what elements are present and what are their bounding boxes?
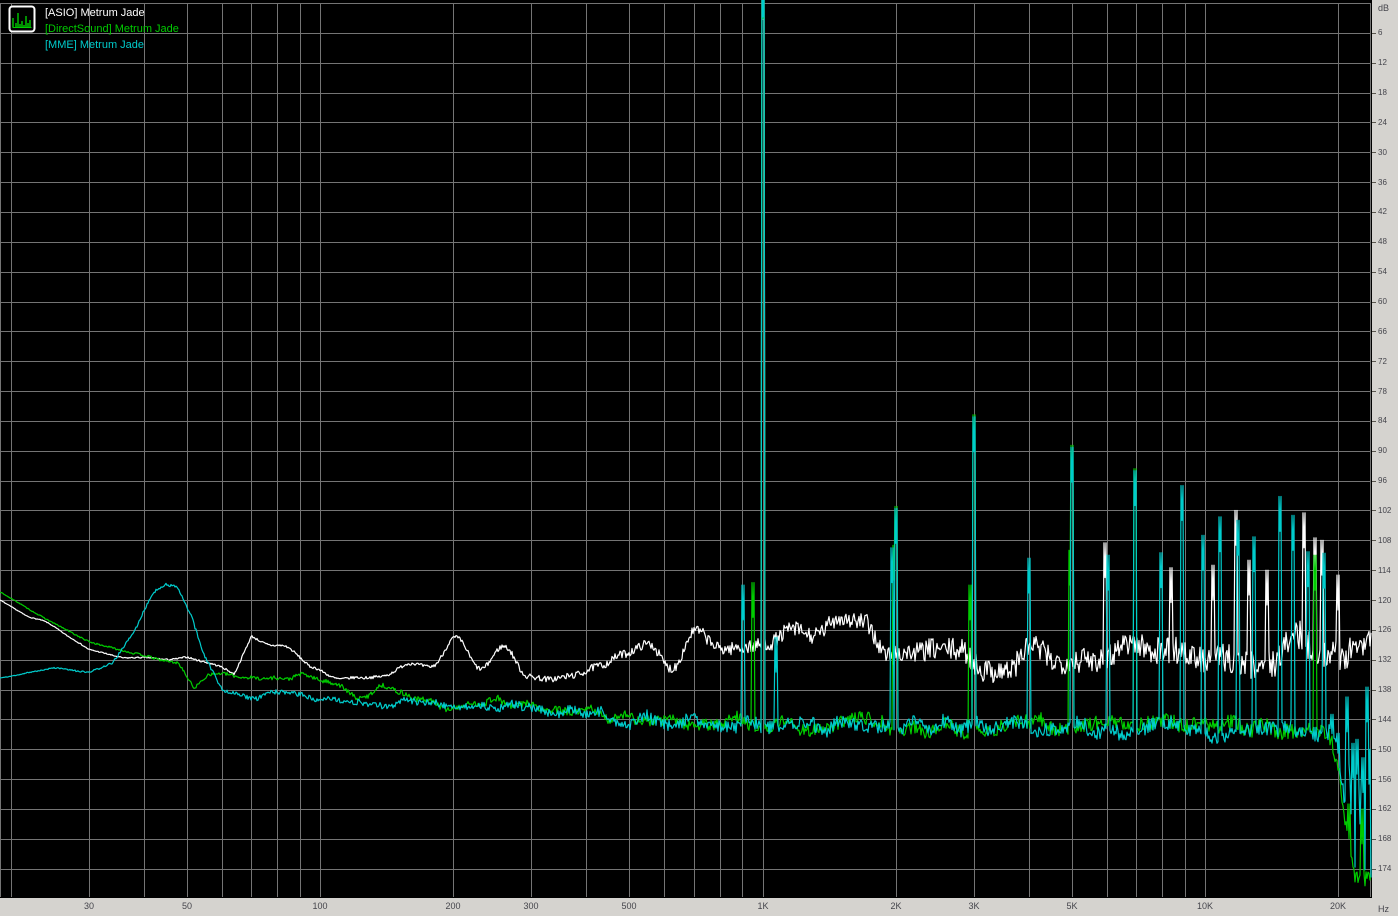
y-tick-label: 174 [1378, 865, 1391, 873]
y-tick [1372, 33, 1376, 34]
trace-directsoundmetrumjade [0, 0, 1371, 886]
x-tick-label: 3K [952, 902, 996, 911]
y-tick-label: 108 [1378, 537, 1391, 545]
y-tick-label: 156 [1378, 776, 1391, 784]
x-axis-unit-label: Hz [1378, 904, 1389, 914]
y-tick-label: 54 [1378, 268, 1387, 276]
y-tick-label: 90 [1378, 447, 1387, 455]
y-tick-label: 138 [1378, 686, 1391, 694]
y-tick [1372, 630, 1376, 631]
y-tick [1372, 481, 1376, 482]
legend-item-mme: [MME] Metrum Jade [45, 37, 179, 53]
y-tick [1372, 361, 1376, 362]
x-axis-strip: 30 50 100 200 300 500 1K 2K 3K 5K 10K 20K [0, 898, 1372, 916]
y-axis-strip: dB Hz 6 12 18 24 30 36 42 48 54 60 66 72 78 84 90 96 102… [1372, 0, 1398, 916]
legend: [ASIO] Metrum Jade [DirectSound] Metrum … [8, 5, 179, 53]
y-tick [1372, 719, 1376, 720]
trace-asiometrumjade [0, 0, 1371, 682]
x-tick-label: 30 [67, 902, 111, 911]
y-axis-unit-label: dB [1378, 3, 1389, 13]
y-tick-label: 66 [1378, 328, 1387, 336]
x-tick-label: 2K [874, 902, 918, 911]
y-tick [1372, 869, 1376, 870]
y-tick-label: 12 [1378, 59, 1387, 67]
y-tick-label: 42 [1378, 208, 1387, 216]
y-tick-label: 30 [1378, 149, 1387, 157]
y-tick [1372, 779, 1376, 780]
y-tick [1372, 93, 1376, 94]
x-tick-label: 1K [741, 902, 785, 911]
x-tick-label: 300 [509, 902, 553, 911]
x-tick-label: 50 [165, 902, 209, 911]
y-tick [1372, 749, 1376, 750]
grid [0, 3, 1371, 897]
trace-mmemetrumjade [0, 0, 1371, 878]
y-tick-label: 126 [1378, 626, 1391, 634]
y-tick [1372, 331, 1376, 332]
legend-item-directsound: [DirectSound] Metrum Jade [45, 21, 179, 37]
y-tick-label: 102 [1378, 507, 1391, 515]
mini-spectrum-icon [8, 5, 36, 33]
y-tick [1372, 839, 1376, 840]
y-tick [1372, 391, 1376, 392]
y-tick [1372, 600, 1376, 601]
y-tick [1372, 272, 1376, 273]
x-tick-label: 10K [1183, 902, 1227, 911]
x-tick-label: 20K [1316, 902, 1360, 911]
y-tick [1372, 182, 1376, 183]
spectrum-plot [0, 0, 1372, 916]
x-tick-label: 200 [431, 902, 475, 911]
y-tick-label: 18 [1378, 89, 1387, 97]
y-tick [1372, 809, 1376, 810]
y-tick-label: 78 [1378, 388, 1387, 396]
y-tick [1372, 570, 1376, 571]
y-tick [1372, 451, 1376, 452]
y-tick-label: 144 [1378, 716, 1391, 724]
y-tick [1372, 540, 1376, 541]
y-tick [1372, 122, 1376, 123]
x-tick-label: 500 [607, 902, 651, 911]
y-tick [1372, 510, 1376, 511]
y-tick-label: 36 [1378, 179, 1387, 187]
x-tick-label: 100 [298, 902, 342, 911]
y-tick-label: 84 [1378, 417, 1387, 425]
y-tick [1372, 242, 1376, 243]
y-tick-label: 120 [1378, 597, 1391, 605]
y-tick [1372, 421, 1376, 422]
y-tick [1372, 212, 1376, 213]
x-tick-label: 5K [1050, 902, 1094, 911]
y-tick-label: 114 [1378, 567, 1391, 575]
y-tick [1372, 302, 1376, 303]
y-tick [1372, 63, 1376, 64]
y-tick-label: 24 [1378, 119, 1387, 127]
y-tick-label: 162 [1378, 805, 1391, 813]
y-tick-label: 72 [1378, 358, 1387, 366]
y-tick-label: 96 [1378, 477, 1387, 485]
y-tick-label: 6 [1378, 29, 1382, 37]
legend-item-asio: [ASIO] Metrum Jade [45, 5, 179, 21]
y-tick [1372, 152, 1376, 153]
y-tick-label: 60 [1378, 298, 1387, 306]
y-tick-label: 168 [1378, 835, 1391, 843]
spectrum-analyzer-window: [ASIO] Metrum Jade [DirectSound] Metrum … [0, 0, 1398, 916]
y-tick-label: 150 [1378, 746, 1391, 754]
y-tick [1372, 690, 1376, 691]
y-tick [1372, 660, 1376, 661]
y-tick-label: 132 [1378, 656, 1391, 664]
y-tick-label: 48 [1378, 238, 1387, 246]
